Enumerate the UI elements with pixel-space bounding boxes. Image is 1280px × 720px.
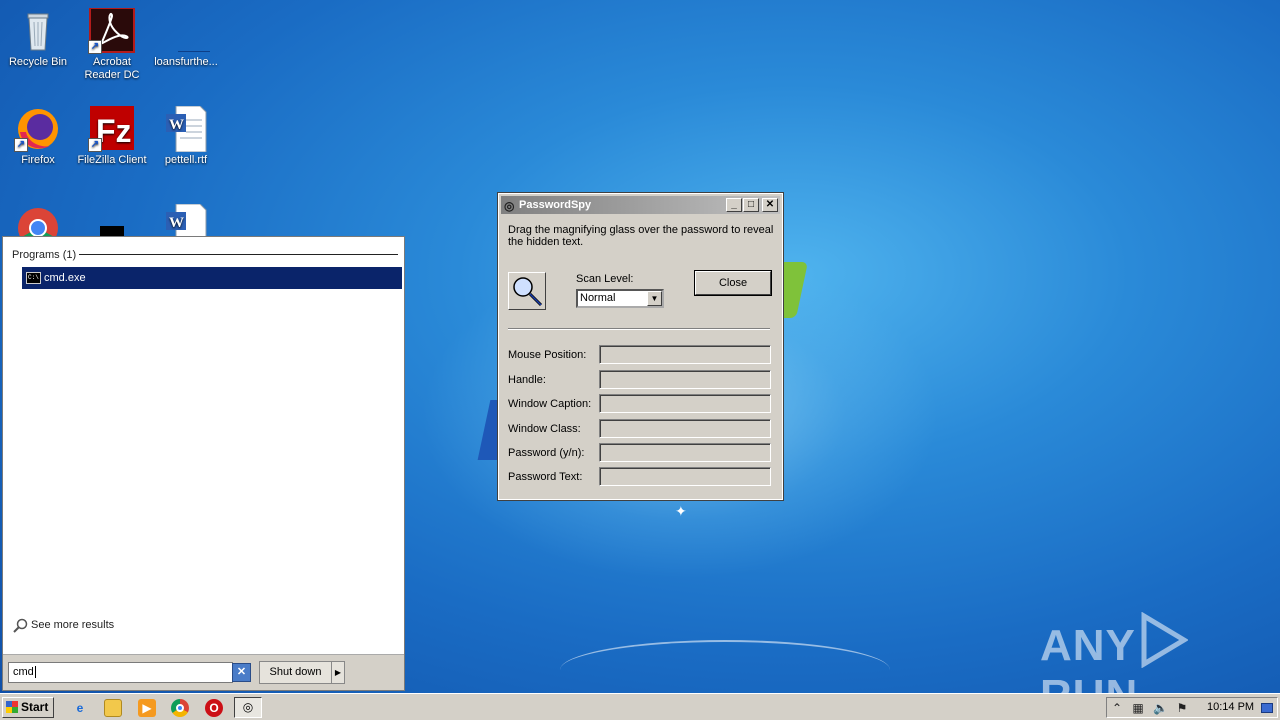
window-caption-field: [599, 394, 771, 413]
acrobat-icon: ↗: [88, 7, 136, 54]
clear-search-icon[interactable]: ✕: [232, 663, 251, 682]
show-hidden-icons-icon[interactable]: ⌃: [1110, 701, 1124, 715]
desktop-icon-firefox[interactable]: ↗ Firefox: [0, 106, 76, 167]
scan-level-value: Normal: [580, 292, 616, 304]
desktop-icon-recycle-bin[interactable]: Recycle Bin: [0, 8, 76, 69]
desktop-icon-label: Recycle Bin: [8, 56, 68, 68]
scan-level-label: Scan Level:: [576, 273, 634, 285]
media-player-icon[interactable]: ▶: [138, 699, 156, 717]
handle-field: [599, 370, 771, 389]
magnifying-glass-icon[interactable]: [508, 272, 546, 310]
svg-text:W: W: [169, 215, 184, 231]
shortcut-arrow-icon: ↗: [88, 138, 102, 152]
password-text-field: [599, 467, 771, 486]
file-icon: [162, 8, 222, 54]
desktop-icon-label: FileZilla Client: [77, 154, 147, 166]
firefox-icon: ↗: [14, 106, 62, 152]
desktop-icon-filezilla[interactable]: Fz ↗ FileZilla Client: [74, 106, 150, 167]
instructions-text: Drag the magnifying glass over the passw…: [508, 224, 774, 248]
window-title: PasswordSpy: [519, 199, 592, 211]
shortcut-arrow-icon: ↗: [14, 138, 28, 152]
shortcut-arrow-icon: ↗: [88, 40, 102, 54]
header-divider: [79, 254, 398, 255]
ie-icon[interactable]: e: [71, 699, 89, 717]
desktop-icon-label: pettell.rtf: [164, 154, 208, 166]
window-caption-label: Window Caption:: [508, 398, 592, 410]
search-result-cmd[interactable]: C:\ cmd.exe: [22, 267, 402, 289]
password-yn-label: Password (y/n):: [508, 447, 585, 459]
system-tray: ⌃ ▦ 🔈 ⚑ 10:14 PM: [1106, 697, 1278, 718]
maximize-icon[interactable]: □: [743, 198, 759, 212]
desktop-icon-loansfurther[interactable]: loansfurthe...: [148, 8, 224, 69]
clock[interactable]: 10:14 PM: [1207, 701, 1254, 713]
recycle-bin-icon: [14, 8, 62, 54]
programs-header: Programs (1): [12, 249, 77, 261]
close-icon[interactable]: ✕: [762, 198, 778, 212]
desktop-icon-pettell[interactable]: W pettell.rtf: [148, 105, 224, 167]
window-class-label: Window Class:: [508, 423, 581, 435]
password-yn-field: [599, 443, 771, 462]
desktop-icon-acrobat[interactable]: ↗ Acrobat Reader DC: [74, 7, 150, 82]
close-button[interactable]: Close: [694, 270, 772, 296]
explorer-icon[interactable]: [104, 699, 122, 717]
desktop-icon-label: Acrobat Reader DC: [84, 56, 140, 81]
cmd-icon: C:\: [26, 272, 41, 284]
passwordspy-app-icon: ◎: [504, 199, 515, 213]
see-more-label: See more results: [31, 619, 115, 631]
window-class-field: [599, 419, 771, 438]
mouse-position-label: Mouse Position:: [508, 349, 587, 361]
search-result-label: cmd.exe: [44, 272, 86, 284]
see-more-results-link[interactable]: See more results: [13, 618, 115, 633]
search-input[interactable]: cmd: [8, 662, 233, 683]
shutdown-options-arrow-icon[interactable]: ▶: [331, 661, 345, 684]
chrome-icon[interactable]: [171, 699, 189, 717]
start-menu: Programs (1) C:\ cmd.exe See more result…: [2, 236, 405, 691]
scan-level-select[interactable]: Normal ▼: [576, 289, 664, 308]
start-menu-bottom-bar: cmd ✕ Shut down ▶: [3, 654, 404, 690]
wallpaper-sparkle: ✦: [675, 503, 687, 519]
passwordspy-taskbar-button[interactable]: ◎: [234, 697, 262, 718]
dialog-divider: [508, 328, 770, 330]
handle-label: Handle:: [508, 374, 546, 386]
minimize-icon[interactable]: _: [726, 198, 742, 212]
start-button[interactable]: Start: [2, 697, 54, 718]
wallpaper-swoosh: [560, 640, 890, 700]
taskbar: Start e ▶ O ◎ ⌃ ▦ 🔈 ⚑ 10:14 PM: [0, 693, 1280, 720]
show-desktop-icon[interactable]: [1261, 703, 1273, 713]
svg-text:W: W: [169, 117, 184, 133]
network-icon[interactable]: ▦: [1131, 701, 1145, 715]
desktop-icon-label: loansfurthe...: [154, 56, 218, 68]
mouse-position-field: [599, 345, 771, 364]
window-titlebar[interactable]: ◎ PasswordSpy _ □ ✕: [501, 196, 780, 214]
action-center-flag-icon[interactable]: ⚑: [1175, 701, 1189, 715]
passwordspy-window: ◎ PasswordSpy _ □ ✕ Drag the magnifying …: [497, 192, 784, 501]
filezilla-icon: Fz ↗: [88, 106, 136, 152]
windows-logo-icon: [6, 701, 18, 713]
shutdown-button[interactable]: Shut down: [259, 661, 332, 684]
chevron-down-icon: ▼: [647, 291, 662, 306]
start-label: Start: [21, 700, 49, 714]
word-doc-icon: W: [162, 105, 210, 153]
volume-icon[interactable]: 🔈: [1153, 701, 1168, 715]
opera-icon[interactable]: O: [205, 699, 223, 717]
password-text-label: Password Text:: [508, 471, 583, 483]
search-icon: [13, 618, 28, 633]
desktop-icon-label: Firefox: [21, 154, 55, 166]
